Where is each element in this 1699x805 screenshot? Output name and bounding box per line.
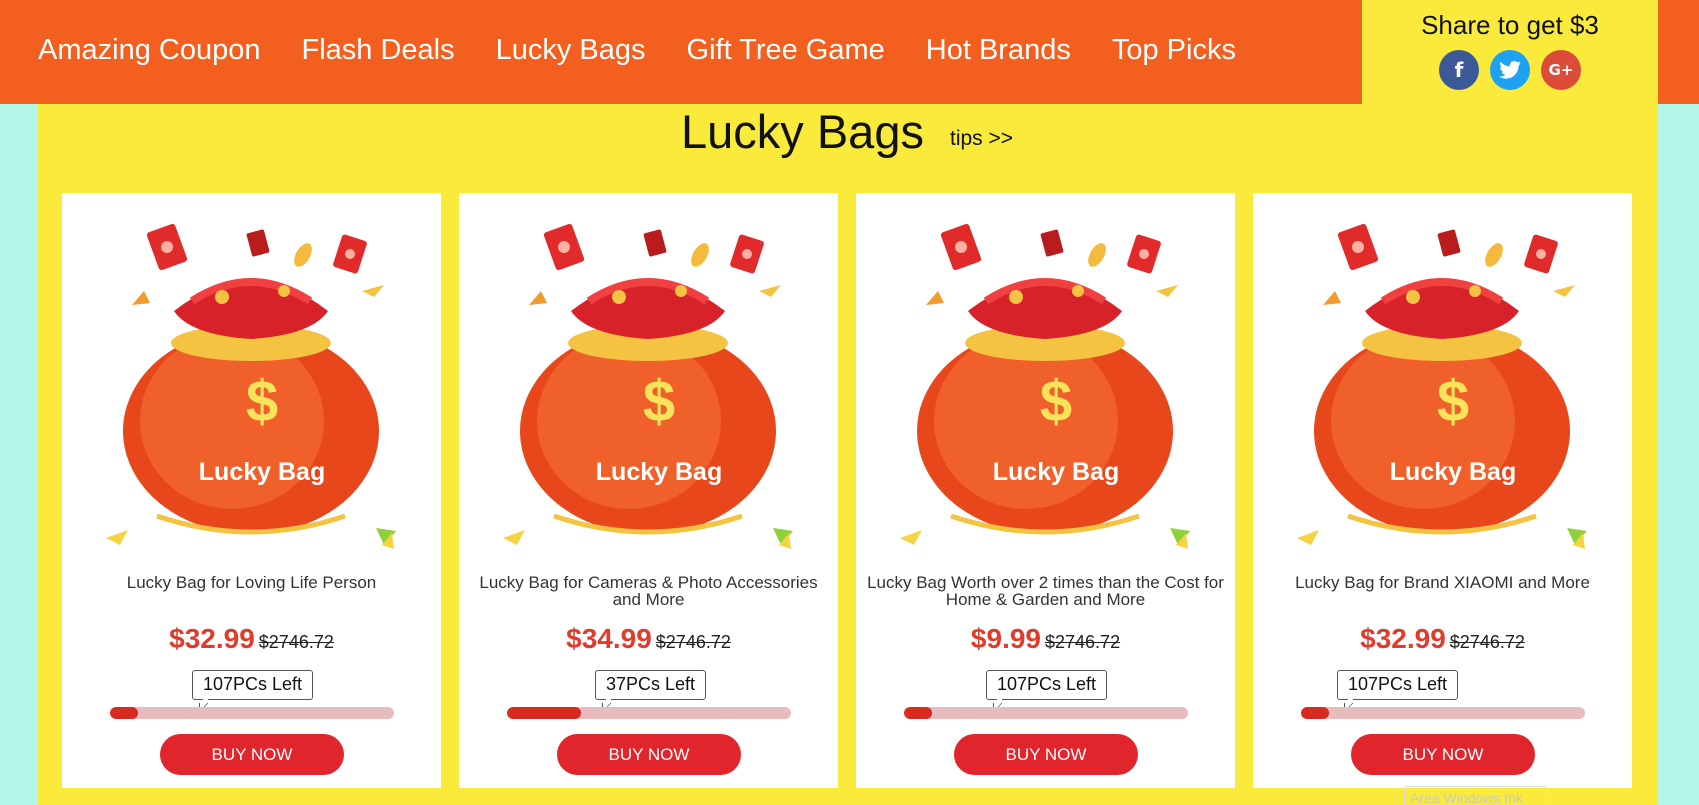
bag-dollar-symbol: $ bbox=[1437, 369, 1469, 434]
stock-left-tooltip: 107PCs Left bbox=[986, 670, 1108, 700]
stock-progress-fill bbox=[904, 707, 933, 719]
price-row: $32.99 $2746.72 bbox=[62, 623, 441, 655]
stock-progress-bar bbox=[904, 707, 1188, 719]
lucky-bag-image: $ Lucky Bag bbox=[900, 223, 1190, 549]
price-row: $34.99 $2746.72 bbox=[459, 623, 838, 655]
product-card[interactable]: $ Lucky Bag Lucky Bag for Brand XIAOMI a… bbox=[1253, 193, 1632, 788]
stock-progress-bar bbox=[1301, 707, 1585, 719]
nav-item-amazing-coupon[interactable]: Amazing Coupon bbox=[38, 34, 260, 71]
original-price: $2746.72 bbox=[655, 632, 731, 652]
nav-item-flash-deals[interactable]: Flash Deals bbox=[301, 34, 454, 71]
product-card[interactable]: $ Lucky Bag Lucky Bag for Loving Life Pe… bbox=[62, 193, 441, 788]
windows-ink-watermark: Area Windows Ink bbox=[1404, 786, 1546, 805]
stock-progress-bar bbox=[507, 707, 791, 719]
original-price: $2746.72 bbox=[1045, 632, 1121, 652]
google-plus-icon[interactable]: G+ bbox=[1541, 50, 1581, 90]
share-title: Share to get $3 bbox=[1421, 10, 1599, 40]
bag-label: Lucky Bag bbox=[596, 458, 722, 486]
current-price: $34.99 bbox=[566, 623, 652, 654]
facebook-icon[interactable]: f bbox=[1439, 50, 1479, 90]
original-price: $2746.72 bbox=[258, 632, 334, 652]
product-name[interactable]: Lucky Bag Worth over 2 times than the Co… bbox=[866, 574, 1225, 608]
lucky-bag-image: $ Lucky Bag bbox=[106, 223, 396, 549]
bag-label: Lucky Bag bbox=[199, 458, 325, 486]
buy-now-button[interactable]: BUY NOW bbox=[1351, 734, 1535, 775]
lucky-bag-image: $ Lucky Bag bbox=[1297, 223, 1587, 549]
bag-dollar-symbol: $ bbox=[246, 369, 278, 434]
stock-left-tooltip: 107PCs Left bbox=[192, 670, 314, 700]
buy-now-button[interactable]: BUY NOW bbox=[954, 734, 1138, 775]
current-price: $32.99 bbox=[1360, 623, 1446, 654]
section-heading: Lucky Bags tips >> bbox=[38, 104, 1658, 184]
current-price: $32.99 bbox=[169, 623, 255, 654]
section-title: Lucky Bags bbox=[681, 105, 924, 158]
share-icons: f G+ bbox=[1362, 50, 1658, 90]
product-card[interactable]: $ Lucky Bag Lucky Bag for Cameras & Phot… bbox=[459, 193, 838, 788]
buy-now-button[interactable]: BUY NOW bbox=[160, 734, 344, 775]
stock-left-tooltip: 107PCs Left bbox=[1337, 670, 1459, 700]
main-nav: Amazing Coupon Flash Deals Lucky Bags Gi… bbox=[38, 0, 1236, 104]
nav-item-lucky-bags[interactable]: Lucky Bags bbox=[496, 34, 646, 71]
bag-dollar-symbol: $ bbox=[643, 369, 675, 434]
lucky-bag-image: $ Lucky Bag bbox=[503, 223, 793, 549]
stock-progress-fill bbox=[507, 707, 581, 719]
bag-dollar-symbol: $ bbox=[1040, 369, 1072, 434]
stock-progress-fill bbox=[1301, 707, 1330, 719]
product-grid: $ Lucky Bag Lucky Bag for Loving Life Pe… bbox=[62, 193, 1632, 788]
twitter-bird-glyph bbox=[1499, 61, 1521, 79]
google-plus-glyph: G+ bbox=[1548, 61, 1574, 79]
buy-now-button[interactable]: BUY NOW bbox=[557, 734, 741, 775]
stock-progress-bar bbox=[110, 707, 394, 719]
bag-label: Lucky Bag bbox=[993, 458, 1119, 486]
product-name[interactable]: Lucky Bag for Brand XIAOMI and More bbox=[1263, 574, 1622, 591]
twitter-icon[interactable] bbox=[1490, 50, 1530, 90]
product-card[interactable]: $ Lucky Bag Lucky Bag Worth over 2 times… bbox=[856, 193, 1235, 788]
product-name[interactable]: Lucky Bag for Loving Life Person bbox=[72, 574, 431, 591]
bag-label: Lucky Bag bbox=[1390, 458, 1516, 486]
current-price: $9.99 bbox=[970, 623, 1041, 654]
tips-link[interactable]: tips >> bbox=[950, 127, 1013, 151]
facebook-glyph: f bbox=[1454, 58, 1464, 82]
price-row: $9.99 $2746.72 bbox=[856, 623, 1235, 655]
stock-left-tooltip: 37PCs Left bbox=[595, 670, 707, 700]
nav-item-gift-tree-game[interactable]: Gift Tree Game bbox=[687, 34, 885, 71]
product-name[interactable]: Lucky Bag for Cameras & Photo Accessorie… bbox=[469, 574, 828, 608]
lucky-bags-section: Lucky Bags tips >> $ Lucky Bag Lucky Bag… bbox=[38, 104, 1658, 805]
stock-progress-fill bbox=[110, 707, 139, 719]
share-panel: Share to get $3 f G+ bbox=[1362, 0, 1658, 104]
price-row: $32.99 $2746.72 bbox=[1253, 623, 1632, 655]
nav-item-hot-brands[interactable]: Hot Brands bbox=[926, 34, 1071, 71]
nav-item-top-picks[interactable]: Top Picks bbox=[1112, 34, 1236, 71]
original-price: $2746.72 bbox=[1449, 632, 1525, 652]
